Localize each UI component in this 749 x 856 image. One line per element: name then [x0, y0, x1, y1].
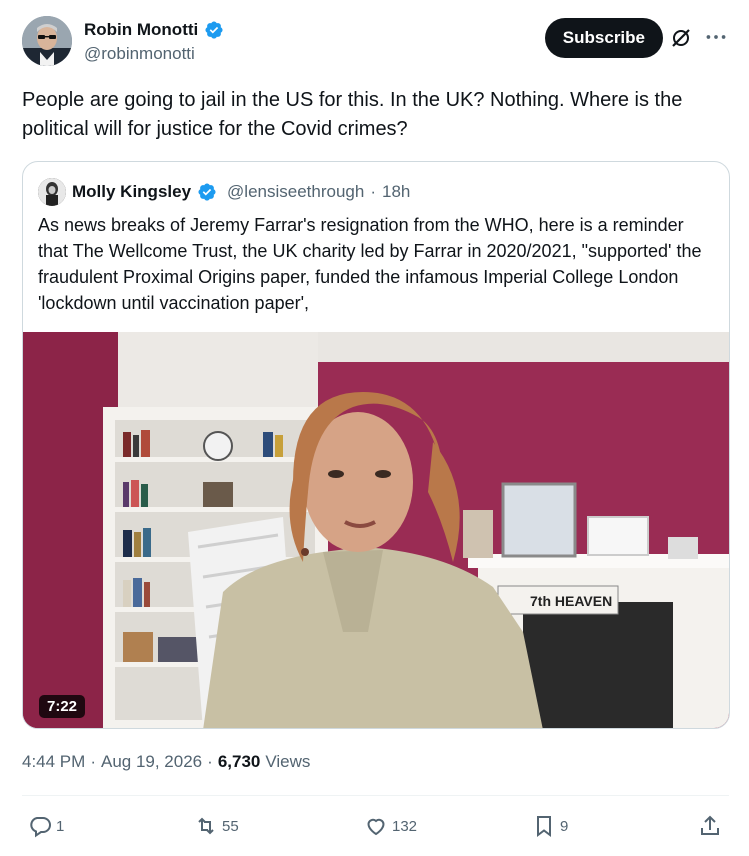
more-icon[interactable] [703, 24, 729, 50]
quote-author-handle[interactable]: @lensiseethrough [227, 182, 364, 202]
action-bar: 1 55 132 9 [22, 810, 730, 844]
subscribe-button[interactable]: Subscribe [544, 18, 663, 58]
video-player[interactable]: 7th HEAVEN 7:22 [23, 332, 729, 728]
verified-badge-icon [197, 182, 217, 202]
video-duration: 7:22 [39, 695, 86, 718]
video-thumbnail: 7th HEAVEN [23, 332, 729, 728]
quote-header: Molly Kingsley @lensiseethrough · 18h [38, 178, 410, 206]
quoted-tweet[interactable]: Molly Kingsley @lensiseethrough · 18h As… [22, 161, 730, 729]
separator-dot: · [370, 182, 376, 201]
quote-avatar [38, 178, 66, 206]
share-icon [701, 815, 719, 835]
author-info: Robin Monotti @robinmonotti [84, 20, 224, 64]
reply-count: 1 [56, 817, 65, 835]
repost-count: 55 [222, 817, 239, 835]
quote-timestamp[interactable]: 18h [382, 182, 410, 202]
post-time[interactable]: 4:44 PM [22, 752, 85, 772]
views-label: Views [265, 752, 311, 771]
author-handle[interactable]: @robinmonotti [84, 44, 224, 64]
tweet-text: People are going to jail in the US for t… [22, 89, 683, 140]
like-icon [367, 818, 385, 836]
tweet-meta: 4:44 PM · Aug 19, 2026 · 6,730 Views [22, 752, 310, 772]
author-avatar[interactable] [22, 16, 72, 66]
sign-text: 7th HEAVEN [530, 593, 612, 609]
divider [22, 795, 729, 796]
grok-icon[interactable] [669, 26, 693, 50]
quote-author-name[interactable]: Molly Kingsley [72, 182, 191, 202]
share-button[interactable] [698, 810, 722, 842]
reply-button[interactable]: 1 [28, 810, 64, 842]
bookmark-button[interactable]: 9 [532, 810, 568, 842]
verified-badge-icon [204, 20, 224, 40]
separator-dot: · [90, 752, 96, 771]
repost-icon [198, 817, 214, 835]
quote-text: As news breaks of Jeremy Farrar's resign… [38, 215, 702, 313]
views-count: 6,730 [217, 752, 261, 771]
repost-button[interactable]: 55 [194, 810, 239, 842]
separator-dot: · [207, 752, 213, 771]
bookmark-icon [537, 816, 551, 837]
like-count: 132 [392, 817, 418, 835]
bookmark-count: 9 [560, 817, 569, 835]
like-button[interactable]: 132 [364, 810, 417, 842]
reply-icon [30, 817, 51, 838]
post-date[interactable]: Aug 19, 2026 [101, 752, 202, 772]
tweet-header: Robin Monotti @robinmonotti Subscribe [22, 16, 729, 72]
author-name[interactable]: Robin Monotti [84, 20, 198, 40]
